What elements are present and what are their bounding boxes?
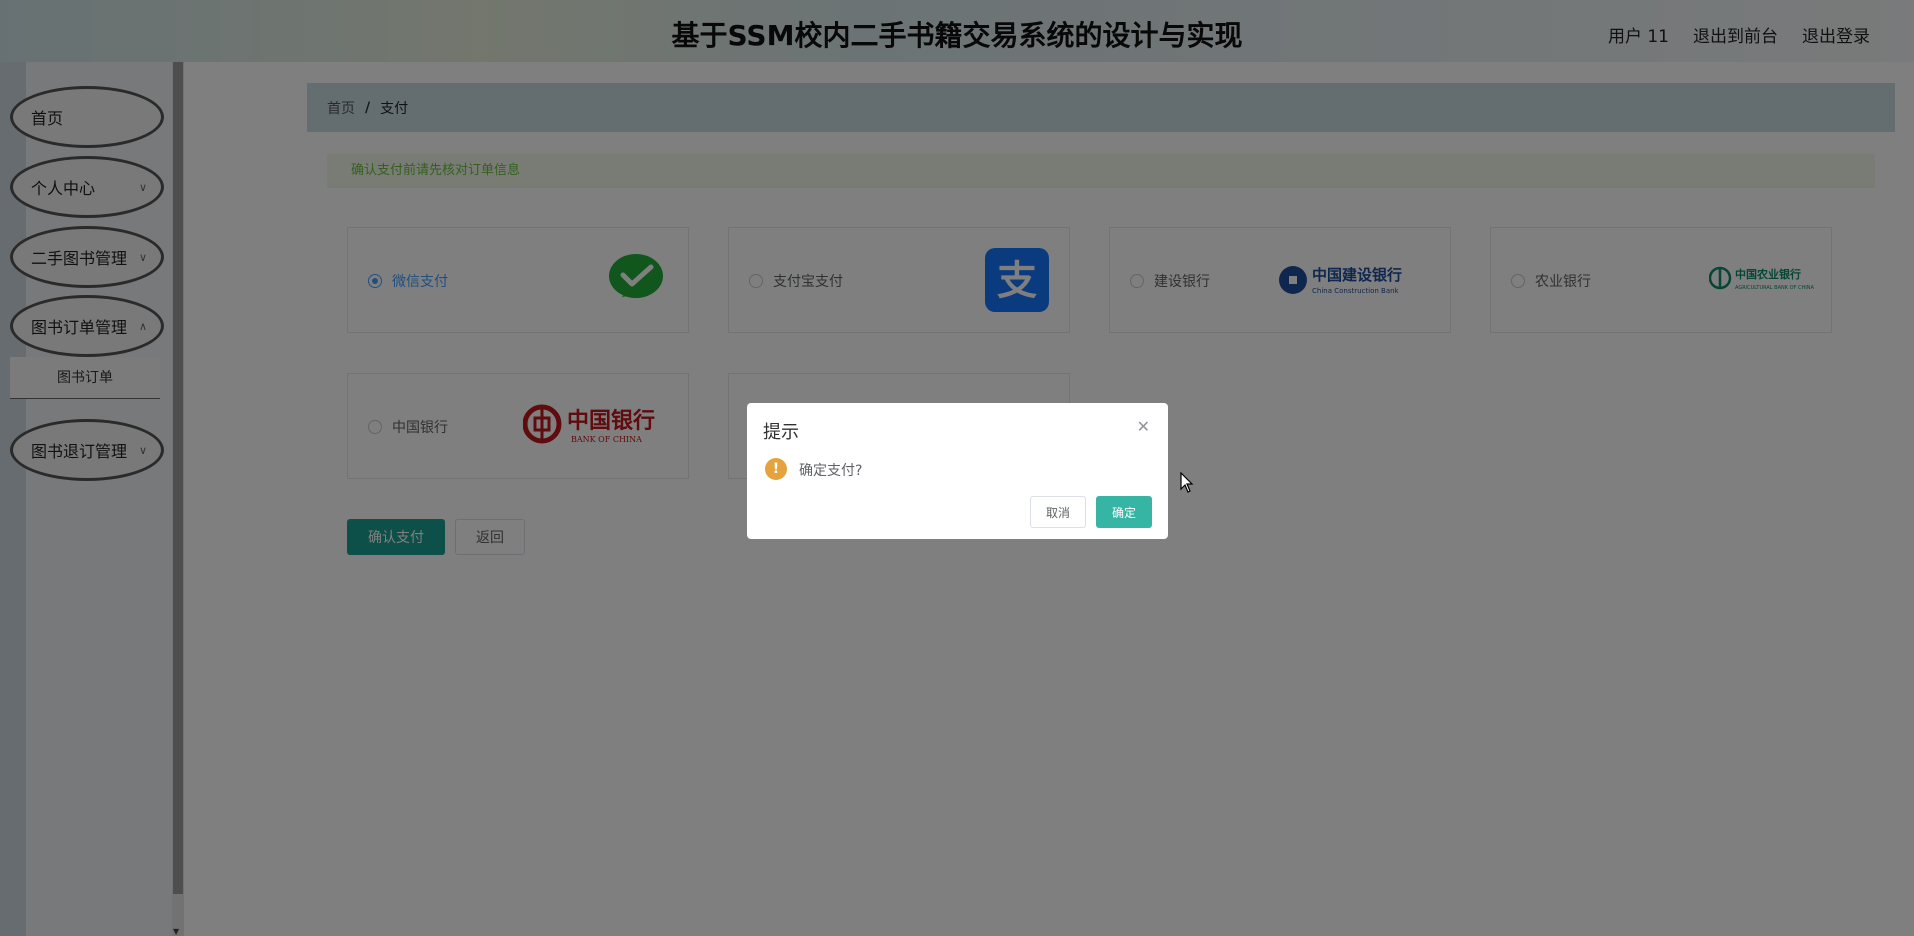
ok-button[interactable]: 确定 [1096,496,1152,528]
close-icon[interactable]: ✕ [1137,417,1150,436]
mouse-cursor-icon [1180,472,1194,493]
dialog-title: 提示 [763,422,799,443]
cancel-button[interactable]: 取消 [1030,496,1086,528]
confirm-dialog: 提示 ✕ ! 确定支付? 取消 确定 [747,403,1168,539]
dialog-message: 确定支付? [799,463,863,479]
warning-icon: ! [765,458,787,480]
